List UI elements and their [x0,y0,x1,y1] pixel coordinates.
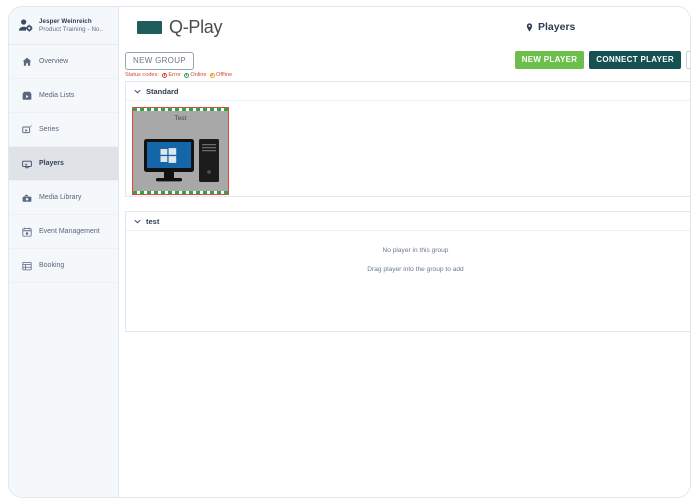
home-icon [22,57,32,67]
player-icon [22,159,32,169]
sidebar-item-label: Media Lists [39,92,75,99]
sidebar-item-label: Series [39,126,59,133]
main-content: Q-Play Players NEW GROUP Status codes: E… [119,7,690,497]
user-gear-icon [18,18,33,33]
status-codes-label: Status codes: [125,72,159,78]
empty-group-hint: Drag player into the group to add [367,266,464,273]
windows-desktop-icon [143,138,221,186]
group-name: Standard [146,86,179,96]
sidebar-item-booking[interactable]: Booking [9,249,118,283]
group-header-test[interactable]: test [126,212,690,231]
location-pin-icon [525,22,534,32]
group-panel-test: test No player in this group Drag player… [125,211,690,332]
user-profile[interactable]: Jesper Weinreich Product Training - No.. [9,7,118,45]
group-panels: Standard Test test No player in this gro… [119,81,690,332]
status-legend-offline: Offline [209,72,233,78]
status-offline-icon [209,72,215,78]
sidebar-item-label: Media Library [39,194,82,201]
selection-marquee-bottom [133,191,228,194]
status-offline-label: Offline [216,72,233,78]
status-error-label: Error [168,72,181,78]
new-group-button[interactable]: NEW GROUP [125,52,194,70]
status-codes-legend: Status codes: Error Online Offline [125,72,232,78]
sidebar-item-media-lists[interactable]: Media Lists [9,79,118,113]
grid-view-button[interactable] [686,51,690,69]
series-icon [22,124,32,135]
sidebar-item-label: Booking [39,262,65,269]
topbar: Q-Play Players [119,7,690,47]
selection-marquee-top [133,108,228,111]
group-panel-standard: Standard Test [125,81,690,197]
logo-mark-icon [137,20,162,34]
toolbar-actions: NEW PLAYER CONNECT PLAYER [514,51,690,69]
chevron-down-icon [134,88,141,95]
sidebar-item-label: Overview [39,58,69,65]
chevron-down-icon [134,218,141,225]
group-header-standard[interactable]: Standard [126,82,690,101]
new-player-button[interactable]: NEW PLAYER [514,51,585,69]
status-legend-online: Online [183,72,207,78]
group-body-test[interactable]: No player in this group Drag player into… [126,231,690,331]
page-title-text: Players [538,21,576,33]
status-legend-error: Error [161,72,181,78]
page-title: Players [525,21,575,33]
sidebar-item-overview[interactable]: Overview [9,45,118,79]
sidebar-item-series[interactable]: Series [9,113,118,147]
sidebar-item-players[interactable]: Players [9,147,118,181]
connect-player-button[interactable]: CONNECT PLAYER [589,51,681,69]
toolbar: NEW GROUP Status codes: Error Online Off… [119,47,690,81]
status-online-icon [183,72,189,78]
status-error-icon [161,72,167,78]
group-name: test [146,216,160,226]
sidebar-item-label: Event Management [39,228,100,235]
group-body-standard: Test [126,101,690,196]
library-icon [22,193,32,203]
status-online-label: Online [190,72,207,78]
profile-organization: Product Training - No.. [39,25,104,33]
sidebar: Jesper Weinreich Product Training - No..… [9,7,119,497]
sidebar-item-label: Players [39,160,64,167]
player-card[interactable]: Test [132,107,229,195]
app-logo[interactable]: Q-Play [137,16,223,38]
sidebar-item-media-library[interactable]: Media Library [9,181,118,215]
logo-text: Q-Play [169,16,223,37]
player-name: Test [174,115,187,122]
empty-group-message: No player in this group [382,247,449,254]
app-window: Jesper Weinreich Product Training - No..… [8,6,691,498]
booking-icon [22,261,32,271]
profile-name: Jesper Weinreich [39,18,92,26]
calendar-event-icon [22,227,32,237]
sidebar-nav: Overview Media Lists Series Players Medi… [9,45,118,283]
media-box-icon [22,91,32,101]
sidebar-item-event-management[interactable]: Event Management [9,215,118,249]
